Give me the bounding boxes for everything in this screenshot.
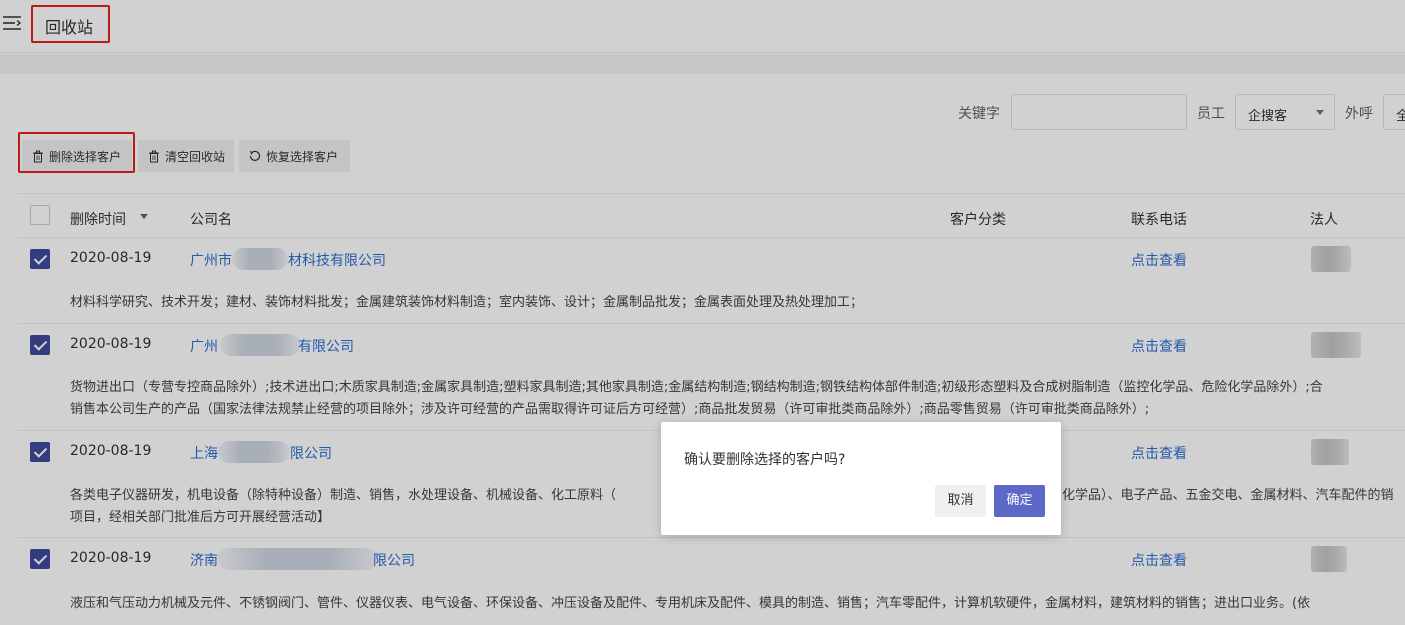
confirm-button[interactable]: 确定 [994, 485, 1045, 517]
dialog-message: 确认要删除选择的客户吗? [684, 452, 846, 468]
confirm-dialog: 确认要删除选择的客户吗? 取消 确定 [661, 422, 1061, 535]
cancel-button[interactable]: 取消 [935, 485, 986, 517]
